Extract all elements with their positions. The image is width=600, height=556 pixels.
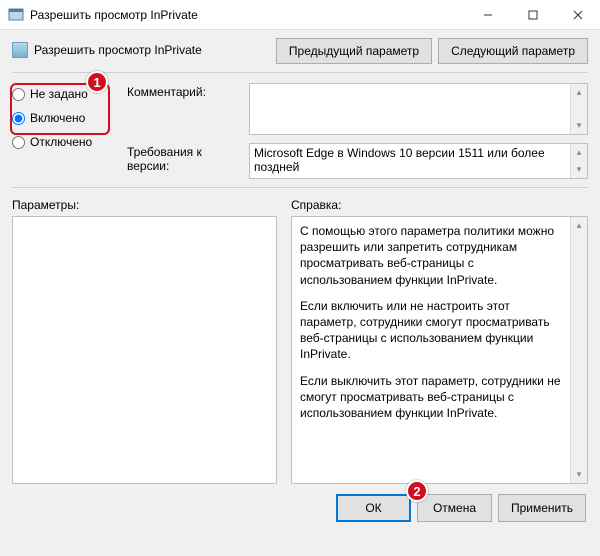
footer: 2 ОК Отмена Применить [12,494,588,522]
scroll-up-icon[interactable]: ▴ [571,144,587,161]
annotation-badge-1: 1 [86,71,108,93]
radio-enabled-input[interactable] [12,112,25,125]
policy-heading: Разрешить просмотр InPrivate [12,38,202,58]
comment-textarea[interactable]: ▴ ▾ [249,83,588,135]
apply-button[interactable]: Применить [498,494,586,522]
help-paragraph: С помощью этого параметра политики можно… [300,223,565,288]
parameters-column: Параметры: [12,198,277,484]
policy-title: Разрешить просмотр InPrivate [34,43,202,57]
app-icon [8,7,24,23]
fields-column: Комментарий: ▴ ▾ Требования к версии: Mi… [127,83,588,179]
scrollbar[interactable]: ▴ ▾ [570,217,587,483]
close-button[interactable] [555,0,600,30]
content: Разрешить просмотр InPrivate Предыдущий … [0,30,600,532]
radio-disabled-label: Отключено [30,135,92,149]
scroll-down-icon[interactable]: ▾ [571,466,587,483]
comment-row: Комментарий: ▴ ▾ [127,83,588,135]
scroll-up-icon[interactable]: ▴ [571,84,587,101]
state-radio-group: 1 Не задано Включено Отключено [12,83,127,159]
help-paragraph: Если выключить этот параметр, сотрудники… [300,373,565,422]
help-panel[interactable]: С помощью этого параметра политики можно… [291,216,588,484]
nav-buttons: Предыдущий параметр Следующий параметр [276,38,588,64]
scrollbar[interactable]: ▴ ▾ [570,84,587,134]
policy-icon [12,42,28,58]
config-row: 1 Не задано Включено Отключено Комментар… [12,83,588,179]
divider [12,187,588,188]
radio-not-configured[interactable]: Не задано [12,87,127,101]
maximize-button[interactable] [510,0,555,30]
parameters-panel[interactable] [12,216,277,484]
radio-disabled-input[interactable] [12,136,25,149]
window-controls [465,0,600,30]
radio-enabled-label: Включено [30,111,85,125]
next-setting-button[interactable]: Следующий параметр [438,38,588,64]
radio-not-configured-label: Не задано [30,87,88,101]
requirements-value: Microsoft Edge в Windows 10 версии 1511 … [254,146,545,174]
scroll-up-icon[interactable]: ▴ [571,217,587,234]
ok-button[interactable]: ОК [336,494,411,522]
radio-disabled[interactable]: Отключено [12,135,127,149]
titlebar: Разрешить просмотр InPrivate [0,0,600,30]
help-column: Справка: С помощью этого параметра полит… [291,198,588,484]
comment-label: Комментарий: [127,83,241,99]
window-title: Разрешить просмотр InPrivate [30,8,465,22]
requirements-label: Требования к версии: [127,143,241,173]
scroll-down-icon[interactable]: ▾ [571,117,587,134]
help-label: Справка: [291,198,588,212]
requirements-textarea[interactable]: Microsoft Edge в Windows 10 версии 1511 … [249,143,588,179]
scrollbar[interactable]: ▴ ▾ [570,144,587,178]
cancel-button[interactable]: Отмена [417,494,492,522]
radio-not-configured-input[interactable] [12,88,25,101]
annotation-badge-2: 2 [406,480,428,502]
scroll-down-icon[interactable]: ▾ [571,161,587,178]
requirements-row: Требования к версии: Microsoft Edge в Wi… [127,143,588,179]
parameters-label: Параметры: [12,198,277,212]
columns-row: Параметры: Справка: С помощью этого пара… [12,198,588,484]
prev-setting-button[interactable]: Предыдущий параметр [276,38,432,64]
minimize-button[interactable] [465,0,510,30]
radio-enabled[interactable]: Включено [12,111,127,125]
help-paragraph: Если включить или не настроить этот пара… [300,298,565,363]
header-row: Разрешить просмотр InPrivate Предыдущий … [12,38,588,64]
